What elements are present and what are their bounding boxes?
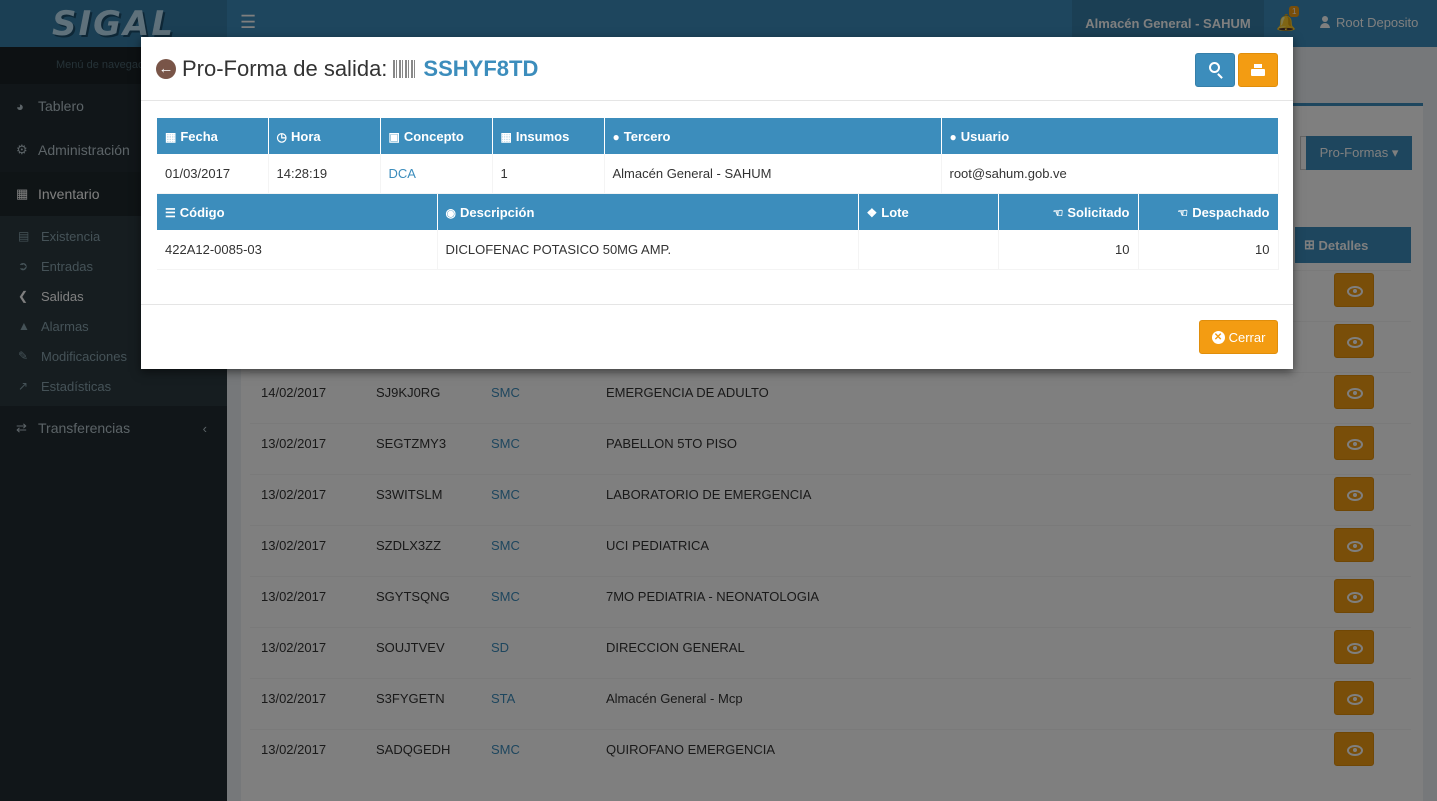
document-code: SSHYF8TD <box>423 56 539 81</box>
concepto-link[interactable]: DCA <box>380 154 493 194</box>
search-button[interactable] <box>1195 53 1235 87</box>
close-button[interactable]: ✕ Cerrar <box>1199 320 1278 354</box>
modal-header: ← Pro-Forma de salida: SSHYF8TD <box>141 37 1293 101</box>
arrow-left-circle-icon[interactable]: ← <box>156 59 176 79</box>
item-despachado: 10 <box>1138 230 1279 270</box>
lote-header: ❖ Lote <box>858 194 999 230</box>
items-header-row: ☰ Código ◉ Descripción ❖ Lote ☜ Solicitado ☜… <box>157 194 1279 230</box>
item-descripcion: DICLOFENAC POTASICO 50MG AMP. <box>437 230 859 270</box>
lote-header-label: Lote <box>881 204 909 220</box>
hora-header-label: Hora <box>290 128 321 144</box>
concepto-header: ▣ Concepto <box>380 118 493 154</box>
info-header-row: ▦ Fecha ◷ Hora ▣ Concepto ▦ Insumos ● Tercero… <box>157 118 1279 154</box>
item-codigo: 422A12-0085-03 <box>157 230 438 270</box>
hora-header: ◷ Hora <box>268 118 381 154</box>
despachado-header-label: Despachado <box>1192 204 1270 220</box>
solicitado-header-label: Solicitado <box>1067 204 1130 220</box>
codigo-header: ☰ Código <box>157 194 438 230</box>
descripcion-header: ◉ Descripción <box>437 194 859 230</box>
codigo-header-label: Código <box>179 204 225 220</box>
item-lote <box>858 230 999 270</box>
proforma-info-table: ▦ Fecha ◷ Hora ▣ Concepto ▦ Insumos ● Tercero… <box>157 118 1279 194</box>
concepto-header-label: Concepto <box>403 128 464 144</box>
insumos-header-label: Insumos <box>515 128 570 144</box>
close-button-label: Cerrar <box>1228 329 1266 345</box>
fecha-header: ▦ Fecha <box>157 118 269 154</box>
grid-icon: ▦ <box>500 129 512 144</box>
user-icon: ● <box>949 129 957 144</box>
solicitado-header: ☜ Solicitado <box>998 194 1139 230</box>
barcode-icon: ☰ <box>165 205 176 220</box>
search-icon <box>1209 62 1220 73</box>
clock-icon: ◷ <box>276 129 287 144</box>
fecha-header-label: Fecha <box>180 128 218 144</box>
hora-value: 14:28:19 <box>268 154 381 194</box>
user-icon: ● <box>612 129 620 144</box>
insumos-value: 1 <box>492 154 605 194</box>
cubes-icon: ❖ <box>866 205 878 220</box>
barcode-icon <box>393 60 418 78</box>
usuario-value: root@sahum.gob.ve <box>941 154 1279 194</box>
usuario-header-label: Usuario <box>960 128 1010 144</box>
calendar-icon: ▦ <box>165 129 177 144</box>
descripcion-header-label: Descripción <box>459 204 535 220</box>
modal-title-text: Pro-Forma de salida: <box>182 56 388 81</box>
cart-icon: ☜ <box>1052 205 1064 220</box>
print-icon <box>1251 64 1265 76</box>
insumos-header: ▦ Insumos <box>492 118 605 154</box>
tercero-value: Almacén General - SAHUM <box>604 154 942 194</box>
print-button[interactable] <box>1238 53 1278 87</box>
modal-footer: ✕ Cerrar <box>141 304 1293 369</box>
comment-icon: ◉ <box>445 205 456 220</box>
cart-icon: ☜ <box>1177 205 1189 220</box>
fecha-value: 01/03/2017 <box>157 154 269 194</box>
info-data-row: 01/03/2017 14:28:19 DCA 1 Almacén Genera… <box>157 154 1279 194</box>
modal-title: ← Pro-Forma de salida: SSHYF8TD <box>156 56 538 82</box>
proforma-items-table: ☰ Código ◉ Descripción ❖ Lote ☜ Solicitado ☜… <box>157 194 1279 270</box>
usuario-header: ● Usuario <box>941 118 1279 154</box>
tercero-header-label: Tercero <box>623 128 671 144</box>
tercero-header: ● Tercero <box>604 118 942 154</box>
proforma-modal: ← Pro-Forma de salida: SSHYF8TD ▦ Fecha ◷… <box>141 37 1293 369</box>
item-solicitado: 10 <box>998 230 1139 270</box>
despachado-header: ☜ Despachado <box>1138 194 1279 230</box>
close-icon: ✕ <box>1211 330 1225 344</box>
item-row: 422A12-0085-03 DICLOFENAC POTASICO 50MG … <box>157 230 1279 270</box>
object-group-icon: ▣ <box>388 129 400 144</box>
